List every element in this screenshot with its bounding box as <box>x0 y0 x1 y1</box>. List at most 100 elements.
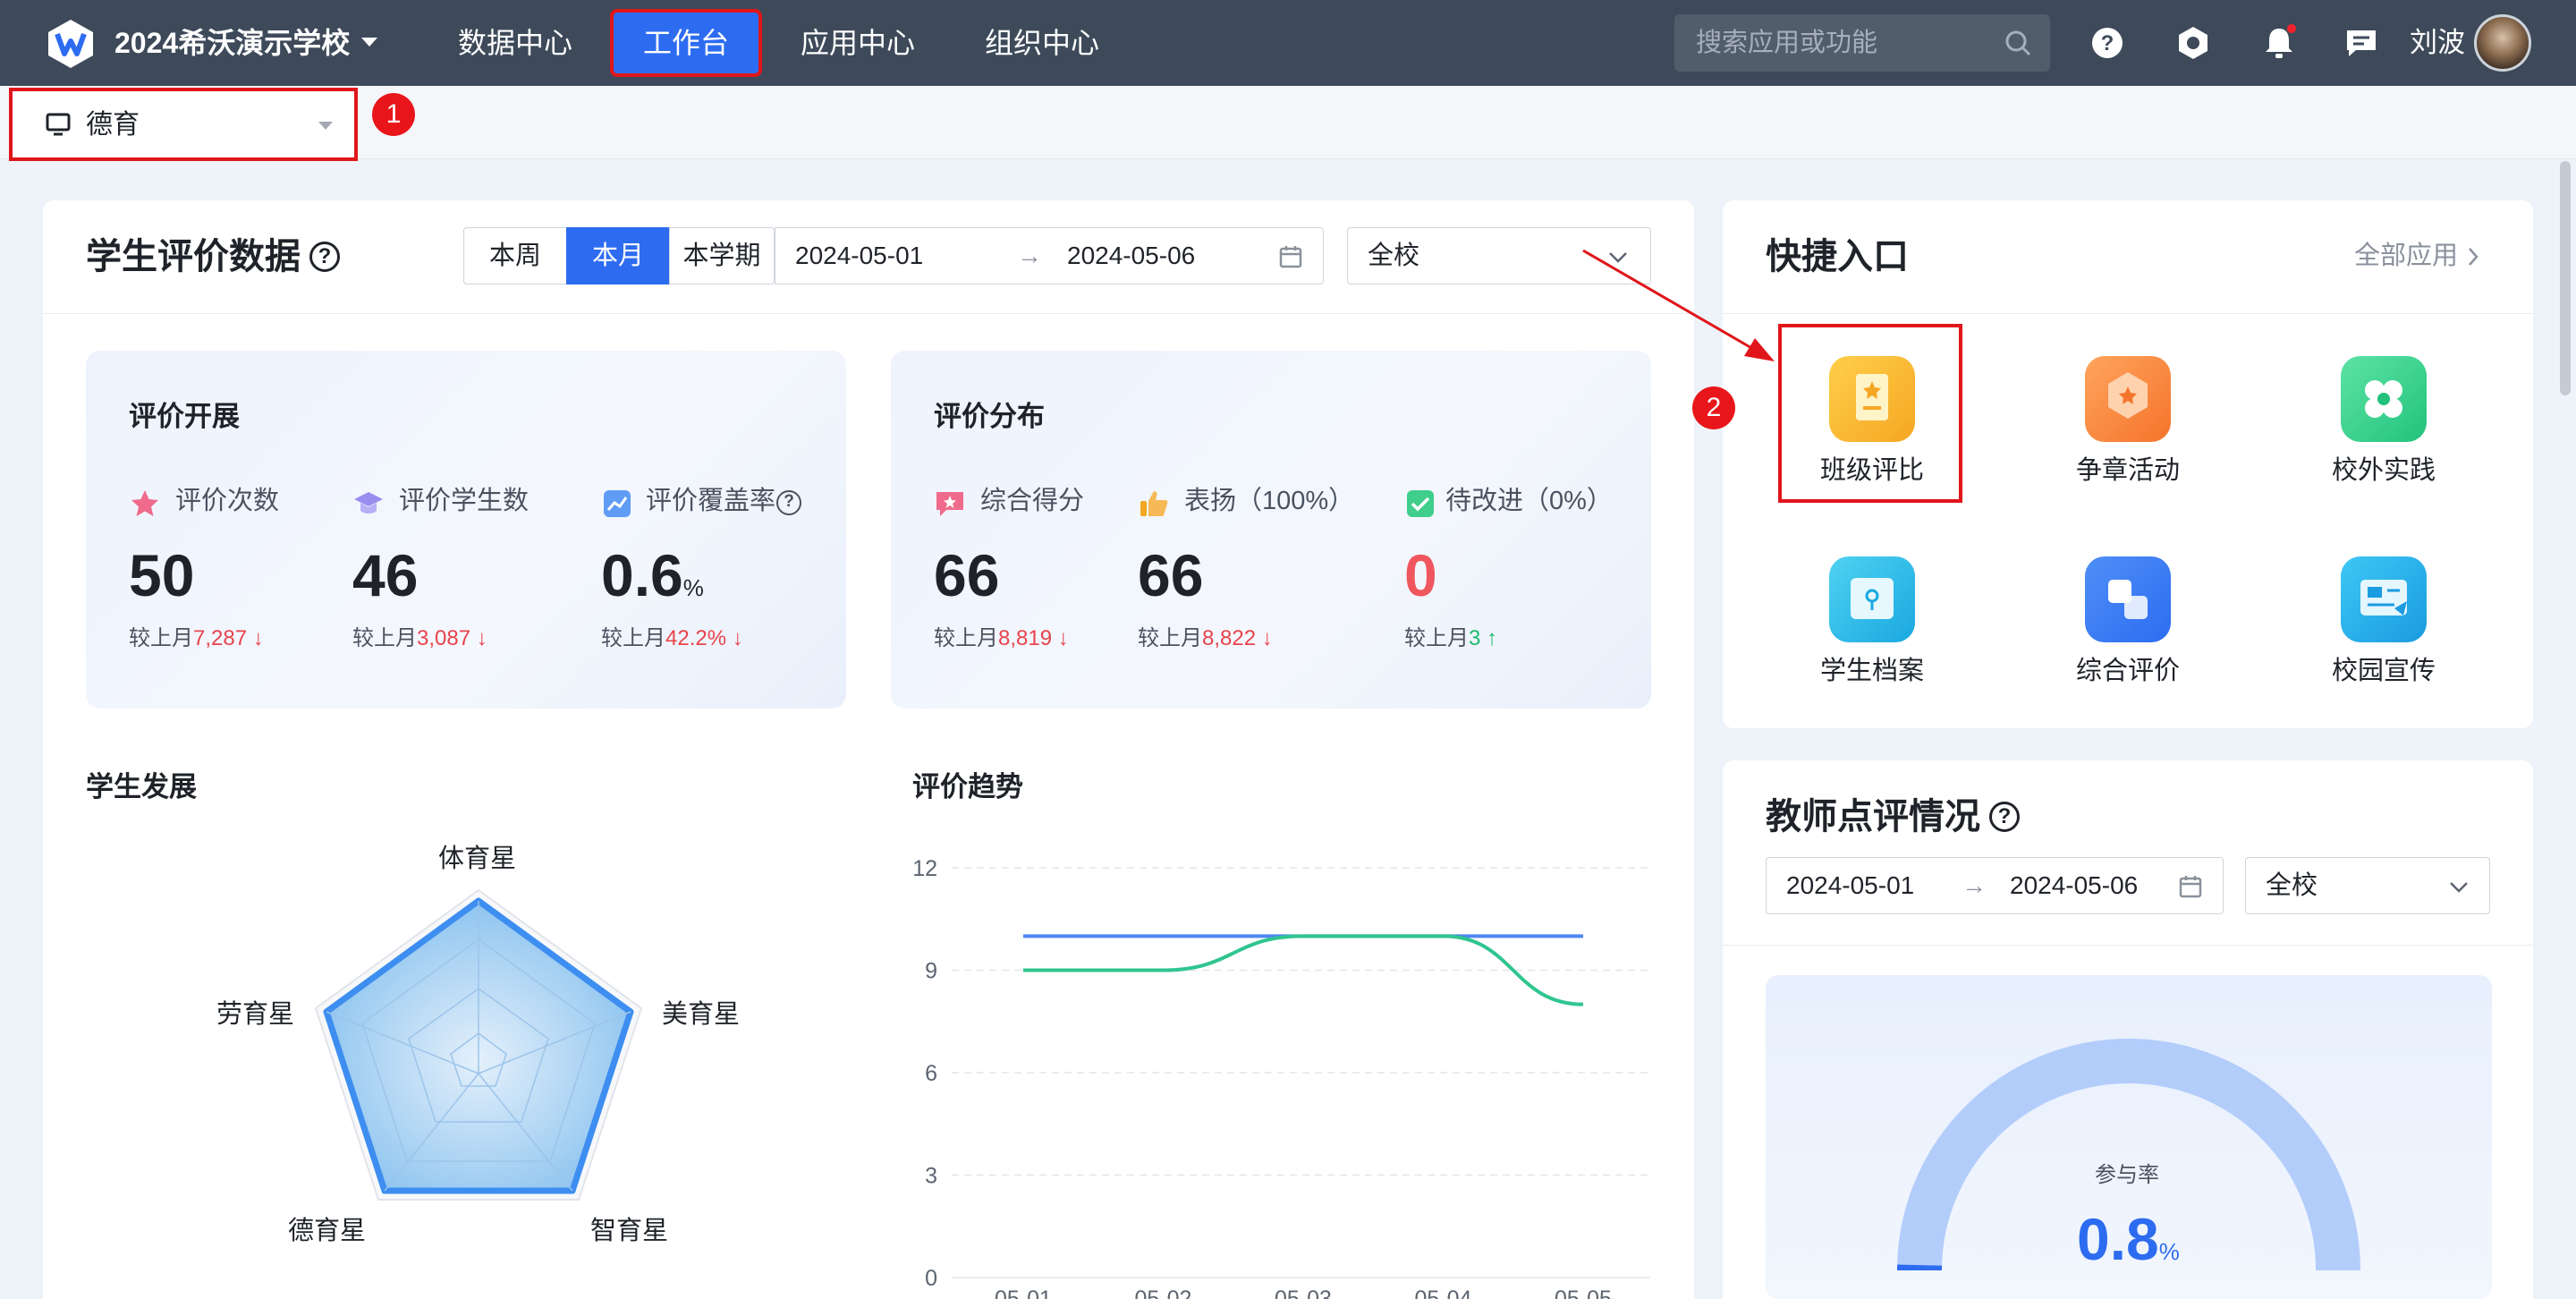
metric-label: 评价学生数 <box>399 487 530 515</box>
trend-title: 评价趋势 <box>912 771 1023 802</box>
page-scrollbar[interactable] <box>2560 161 2571 395</box>
metric-label: 评价覆盖率 <box>646 487 776 515</box>
chevron-down-icon <box>1609 252 1627 263</box>
school-caret-icon[interactable] <box>361 38 377 47</box>
nav-workbench[interactable]: 工作台 <box>610 9 762 77</box>
metric-compare: 较上月3 ↑ <box>1404 626 1498 650</box>
nav-org-center[interactable]: 组织中心 <box>970 13 1114 73</box>
panel-title: 评价开展 <box>129 401 240 432</box>
metric-compare: 较上月3,087 ↓ <box>352 626 487 650</box>
radar-axis-label: 智育星 <box>590 1217 669 1245</box>
settings-icon[interactable] <box>2174 23 2213 63</box>
search-input[interactable]: 搜索应用或功能 <box>1674 14 2050 72</box>
x-tick-label: 05-03 <box>1275 1286 1332 1299</box>
date-start[interactable]: 2024-05-01 <box>795 240 923 272</box>
app-outdoor-practice[interactable]: 校外实践 <box>2294 356 2473 487</box>
help-icon[interactable]: ? <box>1989 802 2020 832</box>
metric-compare: 较上月7,287 ↓ <box>129 626 264 650</box>
help-icon[interactable]: ? <box>2088 23 2127 63</box>
chevron-down-icon <box>2450 882 2468 893</box>
y-tick-label: 6 <box>925 1061 937 1086</box>
metric-value: 66 <box>934 542 1000 608</box>
app-class-rating[interactable]: 班级评比 <box>1783 356 1962 487</box>
eval-progress-panel: 评价开展 评价次数 50 较上月7,287 ↓ 评价学生数 46 较上月3,08… <box>86 351 846 709</box>
module-selector-value: 德育 <box>86 110 140 140</box>
chart-icon <box>604 490 631 517</box>
range-arrow: → <box>1017 242 1042 269</box>
star-icon <box>131 490 158 516</box>
x-tick-label: 05-05 <box>1555 1286 1612 1299</box>
callout-badge-2: 2 <box>1692 386 1735 429</box>
teacher-date-range[interactable]: 2024-05-01 → 2024-05-06 <box>1766 857 2224 914</box>
metric-compare: 较上月8,822 ↓ <box>1138 626 1273 650</box>
period-semester[interactable]: 本学期 <box>669 227 775 284</box>
user-name[interactable]: 刘波 <box>2410 23 2465 63</box>
calendar-icon[interactable] <box>2178 874 2203 899</box>
class-rating-icon <box>1829 356 1915 442</box>
arrow-down-icon: ↓ <box>1057 626 1069 650</box>
metric-label: 综合得分 <box>980 487 1085 515</box>
radar-axis-label: 美育星 <box>662 1000 741 1029</box>
app-comprehensive-eval[interactable]: 综合评价 <box>2038 556 2217 687</box>
metric-value: 0 <box>1404 542 1437 608</box>
y-tick-label: 12 <box>912 856 937 881</box>
metric-value: 50 <box>129 542 195 608</box>
y-tick-label: 3 <box>925 1164 937 1189</box>
development-title: 学生发展 <box>86 771 197 802</box>
radar-axis-label: 劳育星 <box>216 1000 295 1029</box>
metric-value: 0.6% <box>601 542 704 608</box>
nav-data-center[interactable]: 数据中心 <box>444 13 587 73</box>
period-month[interactable]: 本月 <box>566 227 670 284</box>
bell-icon[interactable] <box>2259 23 2299 63</box>
app-campus-promo[interactable]: 校园宣传 <box>2294 556 2473 687</box>
app-badge-activity[interactable]: 争章活动 <box>2038 356 2217 487</box>
app-student-file[interactable]: 学生档案 <box>1783 556 1962 687</box>
card-divider <box>1723 313 2533 314</box>
arrow-down-icon: ↓ <box>732 626 743 650</box>
chevron-down-icon <box>318 122 333 130</box>
top-nav: 2024希沃演示学校 数据中心 工作台 应用中心 组织中心 搜索应用或功能 ? … <box>0 0 2576 86</box>
message-icon[interactable] <box>2342 23 2381 63</box>
teacher-scope-select[interactable]: 全校 <box>2245 857 2490 914</box>
search-icon[interactable] <box>2004 29 2032 57</box>
scope-select-value: 全校 <box>2266 871 2318 900</box>
radar-chart <box>314 888 643 1201</box>
metric-value: 46 <box>352 542 419 608</box>
date-range-picker[interactable]: 2024-05-01 → 2024-05-06 <box>775 227 1324 284</box>
metric-compare: 较上月8,819 ↓ <box>934 626 1069 650</box>
calendar-icon[interactable] <box>1278 244 1303 269</box>
school-name[interactable]: 2024希沃演示学校 <box>114 23 350 63</box>
student-file-icon <box>1829 556 1915 642</box>
eval-card-title: 学生评价数据 <box>86 237 301 276</box>
scope-select[interactable]: 全校 <box>1347 227 1651 284</box>
all-apps-link[interactable]: 全部应用 <box>2354 240 2458 272</box>
help-icon[interactable]: ? <box>309 242 340 272</box>
comprehensive-eval-icon <box>2085 556 2171 642</box>
monitor-icon <box>46 113 71 136</box>
date-end[interactable]: 2024-05-06 <box>1067 240 1195 272</box>
callout-badge-1: 1 <box>372 93 415 136</box>
graduation-cap-icon <box>354 492 383 514</box>
thumbs-up-icon <box>1140 491 1168 516</box>
nav-app-center[interactable]: 应用中心 <box>785 13 930 73</box>
y-tick-label: 9 <box>925 959 937 984</box>
eval-distribution-panel: 评价分布 综合得分 66 较上月8,819 ↓ 表扬（100%） 66 较上月8… <box>891 351 1651 709</box>
date-end[interactable]: 2024-05-06 <box>2010 870 2138 902</box>
y-tick-label: 0 <box>925 1266 937 1291</box>
date-start[interactable]: 2024-05-01 <box>1786 870 1914 902</box>
score-icon <box>936 492 963 516</box>
search-placeholder: 搜索应用或功能 <box>1696 29 1878 57</box>
module-selector[interactable]: 德育 <box>9 88 358 161</box>
svg-text:?: ? <box>2101 31 2114 55</box>
metric-label: 待改进（0%） <box>1445 487 1613 515</box>
range-arrow: → <box>1962 871 1987 899</box>
avatar[interactable] <box>2474 14 2531 72</box>
help-icon[interactable]: ? <box>776 490 801 515</box>
arrow-down-icon: ↓ <box>476 626 487 650</box>
x-tick-label: 05-01 <box>995 1286 1052 1299</box>
x-tick-label: 05-02 <box>1135 1286 1192 1299</box>
outdoor-practice-icon <box>2341 356 2427 442</box>
school-logo-icon <box>48 20 93 68</box>
chevron-right-icon[interactable] <box>2465 245 2481 268</box>
period-week[interactable]: 本周 <box>463 227 567 284</box>
